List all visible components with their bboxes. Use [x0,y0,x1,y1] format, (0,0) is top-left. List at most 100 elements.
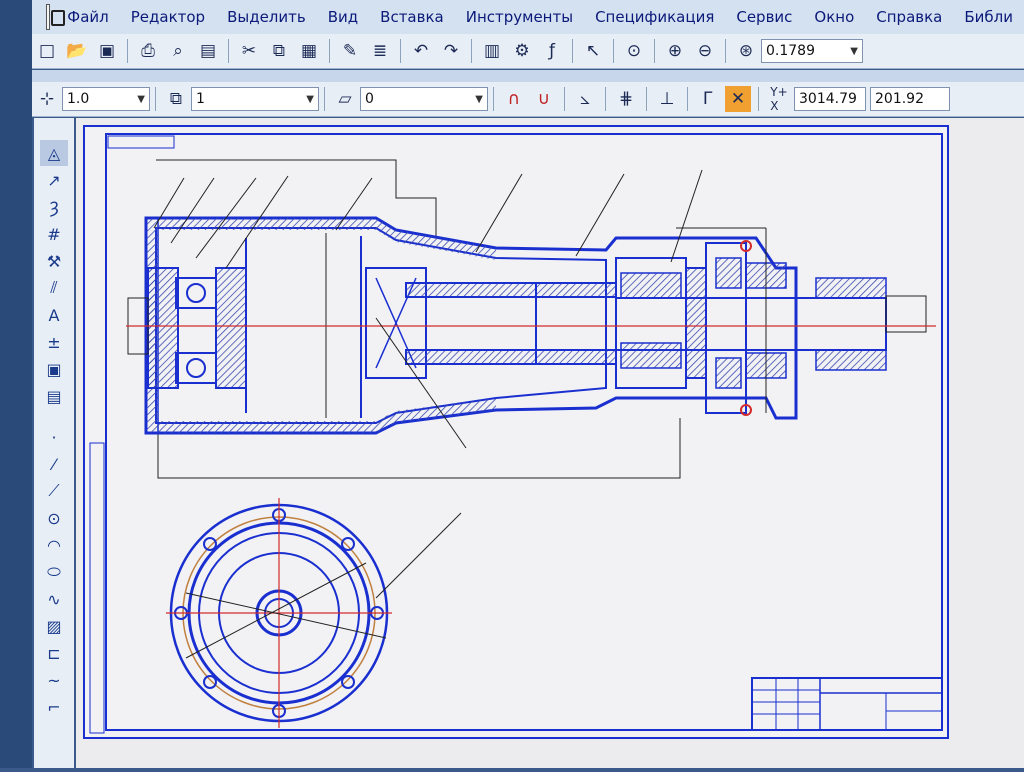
menu-service[interactable]: Сервис [725,8,803,26]
style-value: 0 [365,91,374,107]
manager-icon[interactable]: ▥ [479,38,505,64]
menu-tools[interactable]: Инструменты [455,8,584,26]
edit-icon[interactable]: # [40,221,68,247]
insert-icon[interactable]: ▤ [40,383,68,409]
toolbar-separator [646,87,647,111]
menu-window[interactable]: Окно [803,8,865,26]
undo-icon[interactable]: ↶ [408,38,434,64]
zoom-window-icon[interactable]: ⊙ [621,38,647,64]
chevron-down-icon: ▼ [475,93,483,105]
snap-toggle-icon[interactable]: ✕ [725,86,751,112]
zoom-value: 0.1789 [766,43,815,59]
contour-icon[interactable]: ⊏ [40,640,68,666]
menu-help[interactable]: Справка [865,8,953,26]
coord-y-field[interactable]: 201.92 [870,87,950,111]
properties-icon[interactable]: ▤ [195,38,221,64]
variables-icon[interactable]: ƒ [539,38,565,64]
report-icon[interactable]: ▣ [40,356,68,382]
parametrize-icon[interactable]: ⚒ [40,248,68,274]
menu-insert[interactable]: Вставка [369,8,455,26]
toolbar-separator [605,87,606,111]
toolbar-separator [493,87,494,111]
zoom-out-icon[interactable]: ⊖ [692,38,718,64]
segment-icon[interactable]: ⟋ [40,478,68,504]
toolbar-separator [687,87,688,111]
compact-toolbar: ◬ ↗ Ȝ # ⚒ ⫽ A ± ▣ ▤ · ⁄ ⟋ ⊙ ◠ ⬭ ∿ ▨ ⊏ ~ … [34,118,74,768]
chevron-down-icon: ▼ [850,45,858,57]
line-scale-combo[interactable]: 1.0 ▼ [62,87,150,111]
select-icon[interactable]: A [40,302,68,328]
print-icon[interactable]: ⎙ [135,38,161,64]
menu-edit[interactable]: Редактор [120,8,216,26]
layer-combo[interactable]: 1 ▼ [191,87,319,111]
list-icon[interactable]: ≣ [367,38,393,64]
line-scale-icon[interactable]: ⊹ [34,86,60,112]
zoom-combo[interactable]: 0.1789 ▼ [761,39,863,63]
grid-icon[interactable]: ⋕ [613,86,639,112]
zoom-in-icon[interactable]: ⊕ [662,38,688,64]
local-cs-icon[interactable]: ⊥ [654,86,680,112]
paste-icon[interactable]: ▦ [296,38,322,64]
line-icon[interactable]: ⁄ [40,451,68,477]
drawing-sheet[interactable] [76,118,1024,768]
spline-icon[interactable]: ∿ [40,586,68,612]
save-icon[interactable]: ▣ [94,38,120,64]
format-painter-icon[interactable]: ✎ [337,38,363,64]
window-edge [0,0,32,768]
toolbar-separator [324,87,325,111]
document-icon[interactable] [46,4,67,30]
menu-select[interactable]: Выделить [216,8,317,26]
point-icon[interactable]: · [40,424,68,450]
style-icon[interactable]: ▱ [332,86,358,112]
arc-icon[interactable]: ◠ [40,532,68,558]
curve-icon[interactable]: ~ [40,667,68,693]
toolbar-separator [725,39,726,63]
menu-bar: Файл Редактор Выделить Вид Вставка Инстр… [32,0,1024,34]
toolbar-separator [155,87,156,111]
snap-icon[interactable]: ∩ [501,86,527,112]
preview-icon[interactable]: ⌕ [165,38,191,64]
hatch-icon[interactable]: ▨ [40,613,68,639]
style-combo[interactable]: 0 ▼ [360,87,488,111]
standard-toolbar: □ 📂 ▣ ⎙ ⌕ ▤ ✂ ⧉ ▦ ✎ ≣ ↶ ↷ ▥ ⚙ ƒ ↖ ⊙ ⊕ ⊖ … [32,34,1024,69]
layer-icon[interactable]: ⧉ [163,86,189,112]
local-snap-icon[interactable]: ∪ [531,86,557,112]
cut-icon[interactable]: ✂ [236,38,262,64]
toolbar-separator [654,39,655,63]
toolbar-separator [572,39,573,63]
library-icon[interactable]: ⚙ [509,38,535,64]
spec-icon[interactable]: ± [40,329,68,355]
open-icon[interactable]: 📂 [64,38,90,64]
toolbar-separator [228,39,229,63]
ortho-icon[interactable]: ⦣ [572,86,598,112]
redo-icon[interactable]: ↷ [438,38,464,64]
layer-value: 1 [196,91,205,107]
toolbar-separator [471,39,472,63]
new-icon[interactable]: □ [34,38,60,64]
menu-view[interactable]: Вид [317,8,369,26]
round-icon[interactable]: Г [695,86,721,112]
menu-specification[interactable]: Спецификация [584,8,725,26]
menu-file[interactable]: Файл [56,8,119,26]
toolbar-separator [329,39,330,63]
help-pointer-icon[interactable]: ↖ [580,38,606,64]
coord-x-field[interactable]: 3014.79 [794,87,866,111]
dimensions-icon[interactable]: ↗ [40,167,68,193]
drawing-canvas[interactable] [76,118,1024,768]
zoom-scale-icon[interactable]: ⊛ [733,38,759,64]
copy-icon[interactable]: ⧉ [266,38,292,64]
line-scale-value: 1.0 [67,91,90,107]
toolbar-gap [32,70,1024,82]
properties-toolbar: ⊹ 1.0 ▼ ⧉ 1 ▼ ▱ 0 ▼ ∩ ∪ ⦣ ⋕ ⊥ Г ✕ Y+ X 30… [32,82,1024,117]
measure-icon[interactable]: ⫽ [40,275,68,301]
corner-icon[interactable]: ⌐ [40,694,68,720]
geometry-icon[interactable]: ◬ [40,140,68,166]
chevron-down-icon: ▼ [137,93,145,105]
circle-icon[interactable]: ⊙ [40,505,68,531]
menu-library[interactable]: Библи [953,8,1024,26]
toolbar-separator [400,39,401,63]
ellipse-icon[interactable]: ⬭ [40,559,68,585]
toolbar-separator [613,39,614,63]
toolbar-separator [758,87,759,111]
notation-icon[interactable]: Ȝ [40,194,68,220]
